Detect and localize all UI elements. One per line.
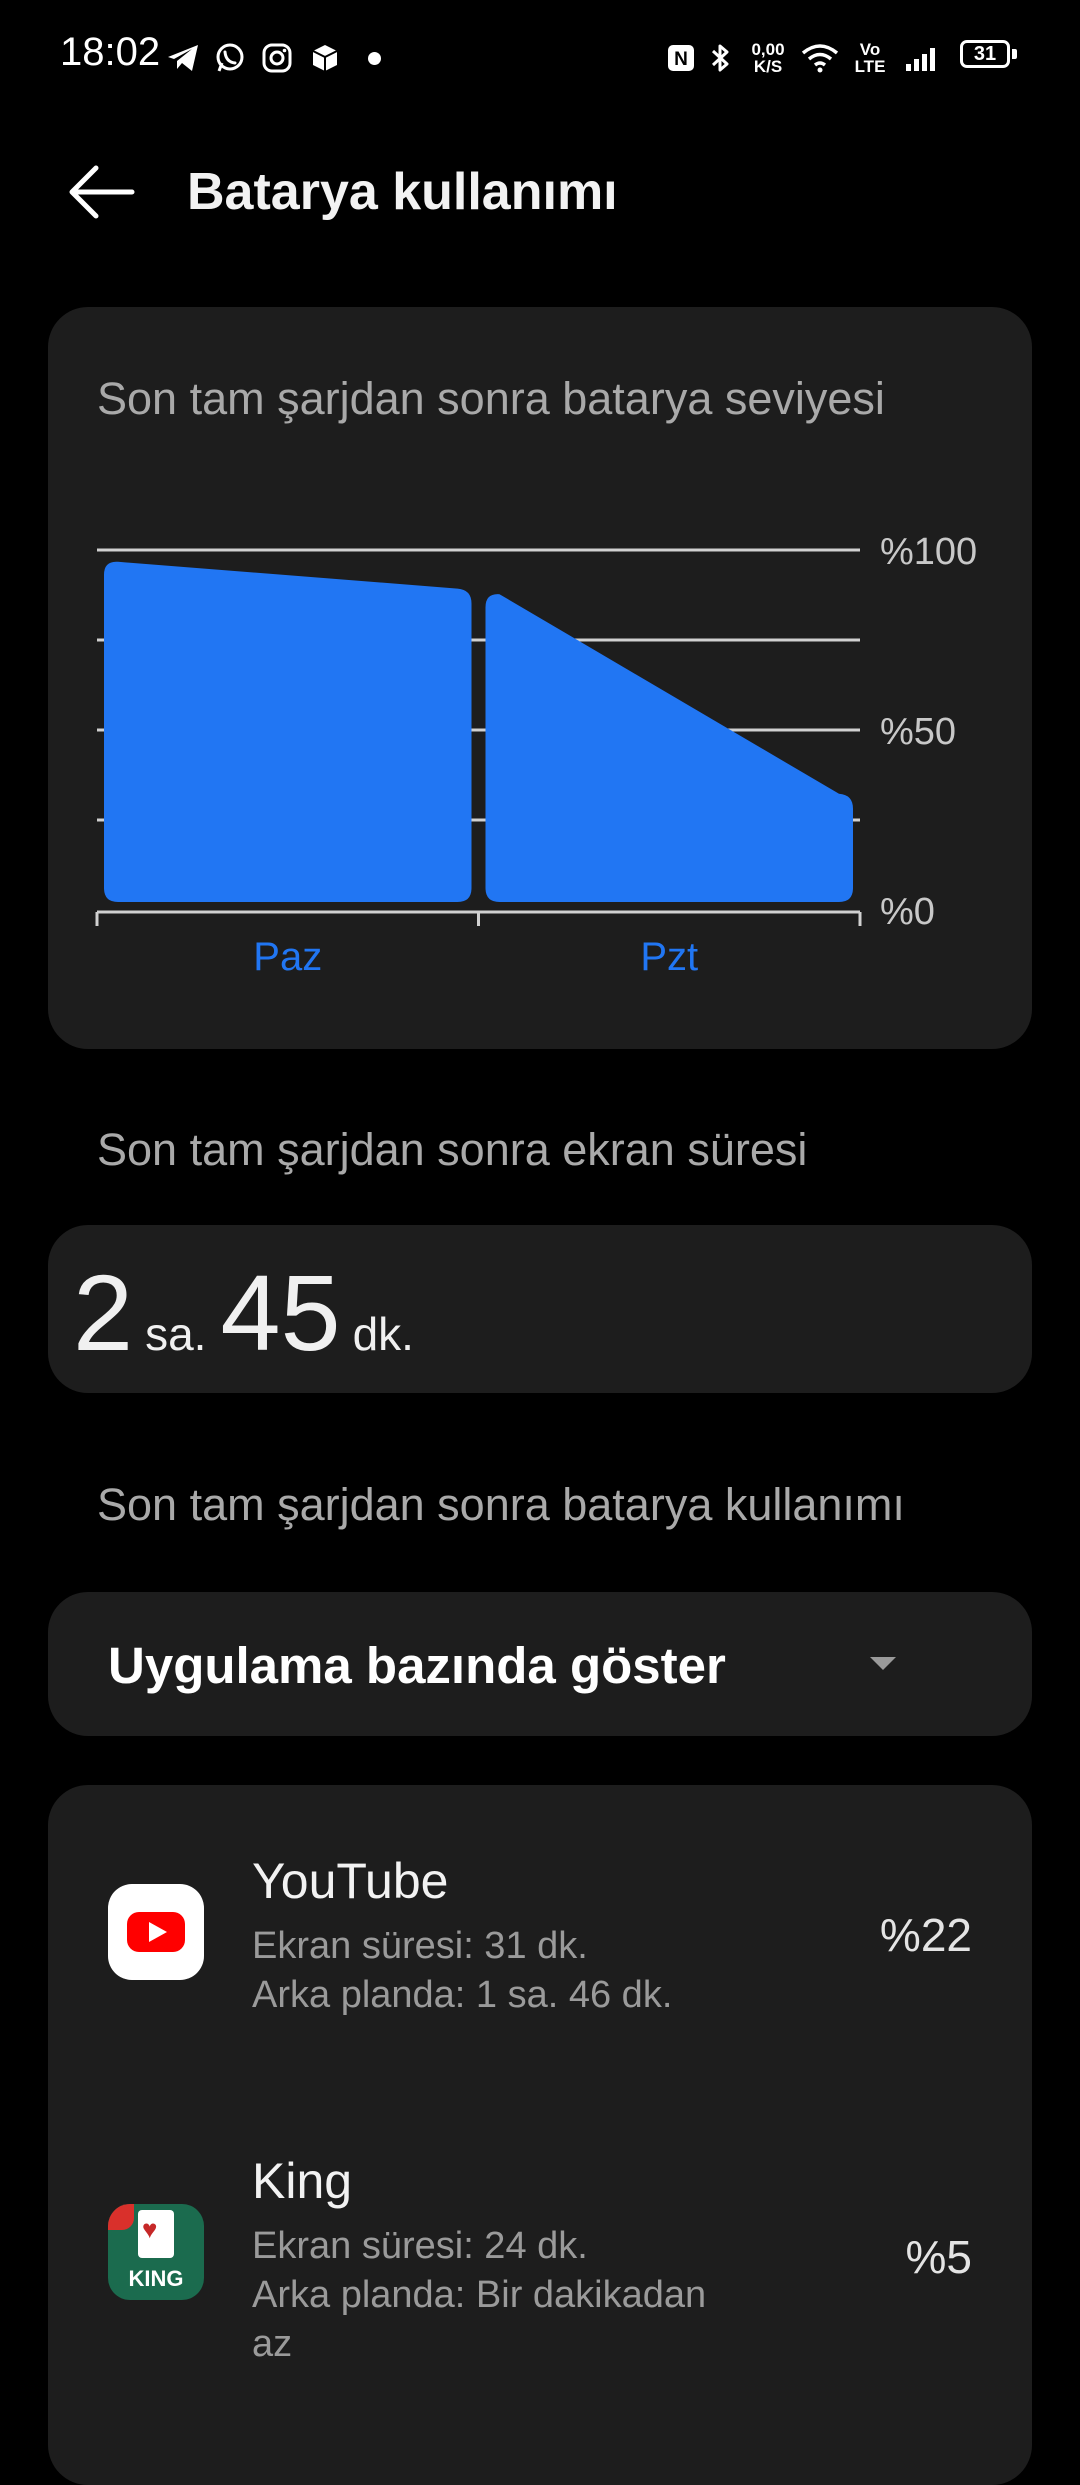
chart-x-tick-label: Pzt: [640, 935, 698, 979]
king-icon: ♥ KING: [108, 2204, 204, 2300]
caret-down-icon: [870, 1657, 896, 1670]
battery-usage-label: Son tam şarjdan sonra batarya kullanımı: [97, 1479, 905, 1530]
app-percent: %22: [879, 1909, 972, 1961]
screen-time-hours: 2: [73, 1252, 134, 1373]
king-icon-text: KING: [128, 2266, 184, 2291]
app-background-time: Arka planda: 1 sa. 46 dk.: [252, 1974, 673, 2016]
chart-y-tick-label: %0: [880, 891, 935, 933]
chart-y-tick-label: %50: [880, 711, 956, 753]
app-name: YouTube: [252, 1853, 449, 1909]
app-percent: %5: [905, 2231, 972, 2283]
battery-level-chart: %100 %50 %0 Paz Pzt: [95, 531, 977, 979]
view-mode-dropdown-label: Uygulama bazında göster: [108, 1637, 726, 1694]
app-background-time-cont: az: [252, 2323, 293, 2365]
app-background-time: Arka planda: Bir dakikadan: [252, 2274, 707, 2316]
chart-x-tick-label: Paz: [253, 935, 322, 979]
screen-time-minutes: 45: [220, 1252, 341, 1373]
screen-time-minutes-unit: dk.: [352, 1308, 414, 1360]
chart-y-tick-label: %100: [880, 531, 977, 573]
app-name: King: [252, 2153, 353, 2209]
app-screen-time: Ekran süresi: 24 dk.: [252, 2225, 588, 2267]
youtube-icon: [108, 1884, 204, 1980]
app-screen-time: Ekran süresi: 31 dk.: [252, 1925, 588, 1967]
screen-time-hours-unit: sa.: [145, 1308, 207, 1360]
screen-time-value: 2 sa. 45 dk.: [73, 1250, 428, 1373]
chart-area-segment: [104, 561, 472, 902]
screen-time-label: Son tam şarjdan sonra ekran süresi: [97, 1124, 808, 1175]
